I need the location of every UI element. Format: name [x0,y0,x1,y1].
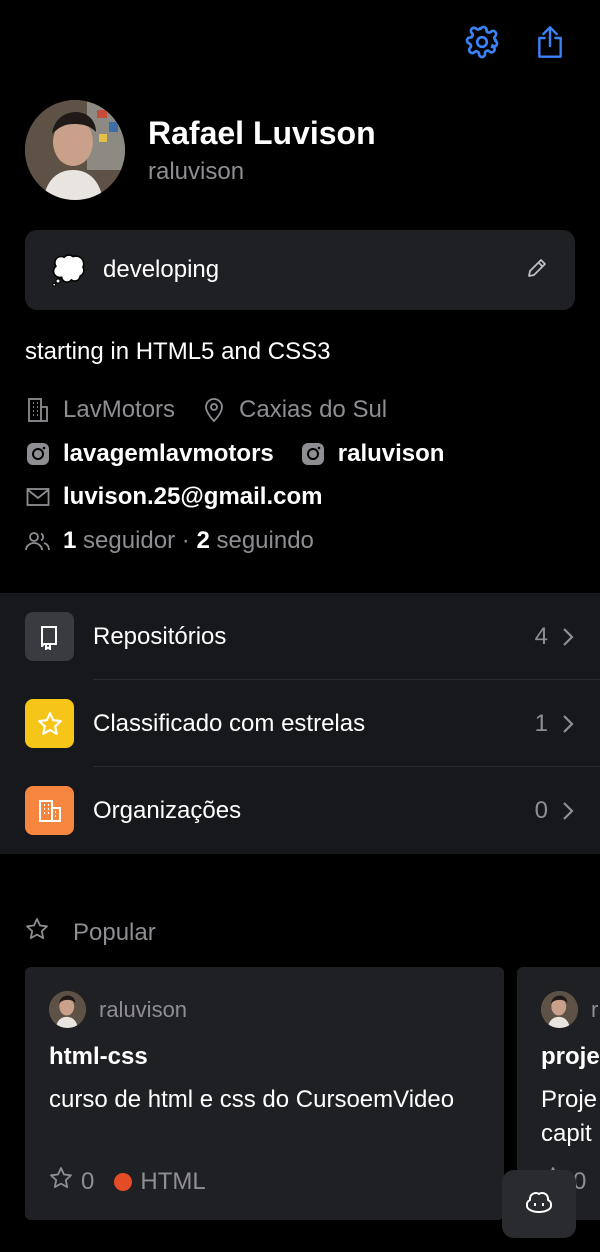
menu-item-repositories[interactable]: Repositórios 4 [0,593,600,680]
chevron-right-icon [562,714,574,734]
card-owner-name: raluvison [99,996,188,1022]
mail-icon [25,484,51,510]
copilot-button[interactable] [502,1170,576,1238]
popular-title: Popular [73,918,156,946]
instagram-icon [25,441,51,467]
menu-count: 1 [534,709,548,737]
card-owner: raluvison [49,991,187,1028]
company-text: LavMotors [63,396,176,423]
star-outline-icon [25,917,49,948]
card-owner-name: r [591,996,599,1022]
status-box[interactable]: 💭 developing [25,230,575,310]
profile-header: Rafael Luvison raluvison [25,100,376,200]
card-repo-description: Proje capit [541,1086,598,1147]
chevron-right-icon [562,801,574,821]
share-icon[interactable] [530,22,570,62]
chevron-right-icon [562,627,574,647]
menu-label: Repositórios [93,622,227,650]
company-location-row: LavMotors Caxias do Sul [25,396,387,424]
instagram-link-2[interactable]: raluvison [338,440,445,468]
profile-page: Rafael Luvison raluvison 💭 developing st… [0,0,600,1252]
status-text: developing [103,256,220,283]
profile-username: raluvison [148,157,245,185]
thought-balloon-icon: 💭 [51,254,86,286]
card-language: HTML [140,1167,206,1195]
card-repo-title: proje [541,1043,600,1070]
organization-icon [25,786,74,835]
language-color-dot [114,1172,133,1191]
location-pin-icon [201,397,227,423]
repo-icon [25,612,74,661]
card-stats: 0 HTML [49,1166,206,1197]
star-icon [25,699,74,748]
menu-count: 4 [534,622,548,650]
avatar [541,991,578,1028]
followers-label: seguidor [83,527,176,554]
followers-count: 1 [63,527,77,554]
following-label: seguindo [216,527,314,554]
card-owner: r [541,991,598,1028]
card-repo-title: html-css [49,1043,148,1070]
profile-menu-list: Repositórios 4 Classificado com estrelas… [0,593,600,854]
card-star-count: 0 [81,1167,95,1195]
top-bar [462,22,570,62]
instagram-icon [300,441,326,467]
location-text: Caxias do Sul [239,396,388,423]
menu-item-starred[interactable]: Classificado com estrelas 1 [0,680,600,767]
menu-item-organizations[interactable]: Organizações 0 [0,767,600,854]
star-outline-icon [49,1166,73,1197]
profile-full-name: Rafael Luvison [148,114,376,151]
popular-repo-card[interactable]: raluvison html-css curso de html e css d… [25,967,504,1220]
social-row: lavagemlavmotors raluvison [25,440,444,468]
popular-section-header: Popular [25,917,156,948]
gear-icon[interactable] [462,22,502,62]
avatar[interactable] [25,100,125,200]
pencil-icon[interactable] [525,256,549,285]
avatar [49,991,86,1028]
menu-count: 0 [534,796,548,824]
menu-label: Classificado com estrelas [93,709,366,737]
following-count: 2 [196,527,210,554]
people-icon [25,528,51,554]
menu-label: Organizações [93,796,242,824]
separator-dot: · [181,527,190,554]
card-repo-description: curso de html e css do CursoemVideo [49,1086,455,1113]
instagram-link-1[interactable]: lavagemlavmotors [63,440,274,468]
copilot-icon [525,1190,553,1219]
profile-bio: starting in HTML5 and CSS3 [25,338,331,365]
followers-row[interactable]: 1 seguidor · 2 seguindo [25,527,314,555]
email-row: luvison.25@gmail.com [25,483,322,511]
email-link[interactable]: luvison.25@gmail.com [63,483,322,511]
building-icon [25,397,51,423]
